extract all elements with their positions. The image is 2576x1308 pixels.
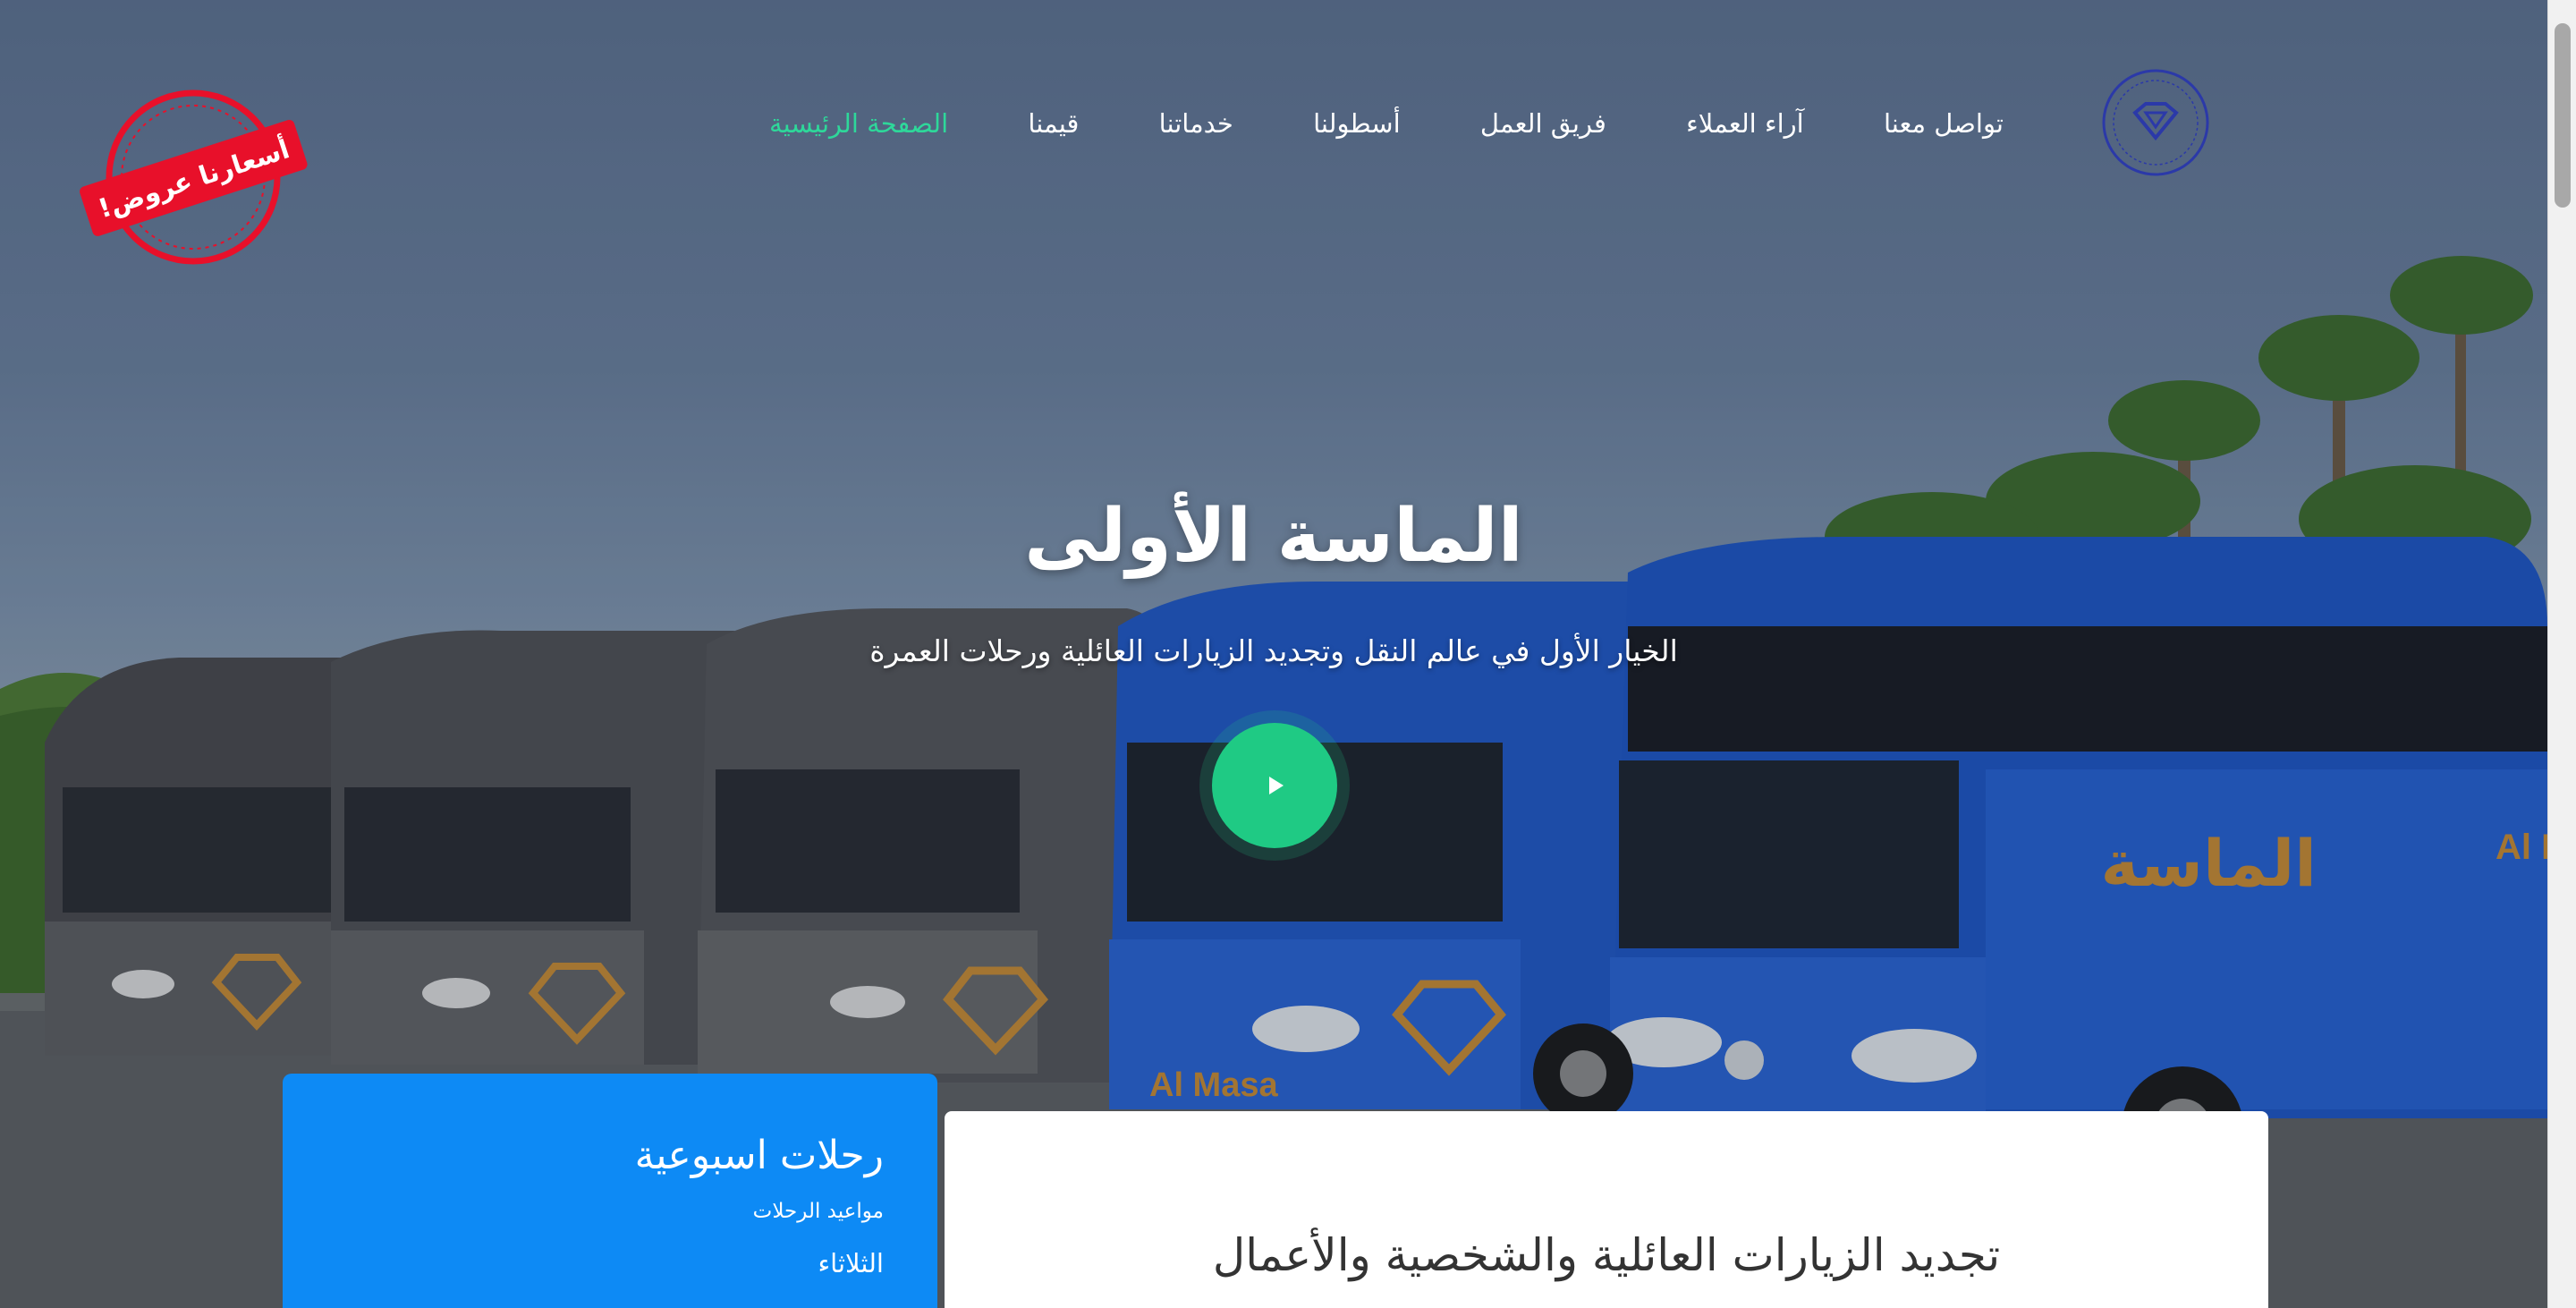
nav-item-fleet[interactable]: أسطولنا (1313, 108, 1401, 139)
diamond-logo-icon[interactable] (2101, 68, 2210, 177)
hero-subtitle: الخيار الأول في عالم النقل وتجديد الزيار… (869, 633, 1678, 668)
page: Al Masa الماسة Al M (0, 0, 2576, 1308)
nav-item-team[interactable]: فريق العمل (1480, 108, 1606, 139)
trip-day-item: الثلاثاء (818, 1248, 885, 1278)
play-video-button[interactable] (1212, 723, 1337, 848)
visit-renewal-title: تجديد الزيارات العائلية والشخصية والأعما… (1212, 1229, 2001, 1281)
nav-item-services[interactable]: خدماتنا (1159, 108, 1233, 139)
visit-renewal-card: تجديد الزيارات العائلية والشخصية والأعما… (945, 1111, 2268, 1308)
hero-title: الماسة الأولى (1024, 494, 1523, 579)
promo-stamp-badge[interactable]: أسعارنا عروض! (72, 88, 322, 267)
page-scrollbar[interactable] (2547, 0, 2576, 1308)
play-icon (1269, 777, 1284, 794)
nav-item-testimonials[interactable]: آراء العملاء (1686, 108, 1804, 139)
nav-item-contact[interactable]: تواصل معنا (1884, 108, 2004, 139)
hero-section: Al Masa الماسة Al M (0, 0, 2547, 1308)
weekly-trips-title: رحلات اسبوعية (634, 1133, 884, 1178)
main-nav: الصفحة الرئيسية قيمنا خدماتنا أسطولنا فر… (769, 100, 2004, 147)
nav-item-home[interactable]: الصفحة الرئيسية (769, 108, 948, 139)
nav-item-values[interactable]: قيمنا (1028, 108, 1079, 139)
weekly-trips-card: رحلات اسبوعية مواعيد الرحلات الثلاثاء (283, 1074, 937, 1308)
trip-schedule-label: مواعيد الرحلات (752, 1200, 884, 1223)
scrollbar-thumb[interactable] (2555, 23, 2571, 208)
